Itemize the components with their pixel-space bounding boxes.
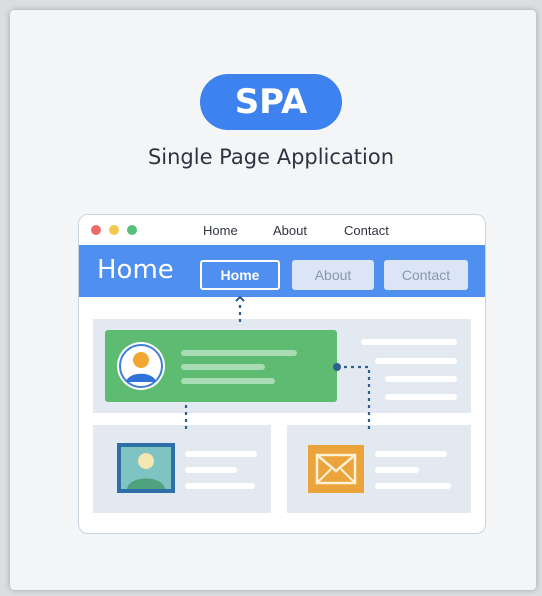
spa-badge: SPA xyxy=(200,74,342,130)
diagram-subtitle: Single Page Application xyxy=(147,145,395,169)
spa-badge-label: SPA xyxy=(234,82,308,122)
browser-window: Home About Contact Home Home About Conta… xyxy=(78,214,486,534)
routing-connectors xyxy=(184,295,371,429)
